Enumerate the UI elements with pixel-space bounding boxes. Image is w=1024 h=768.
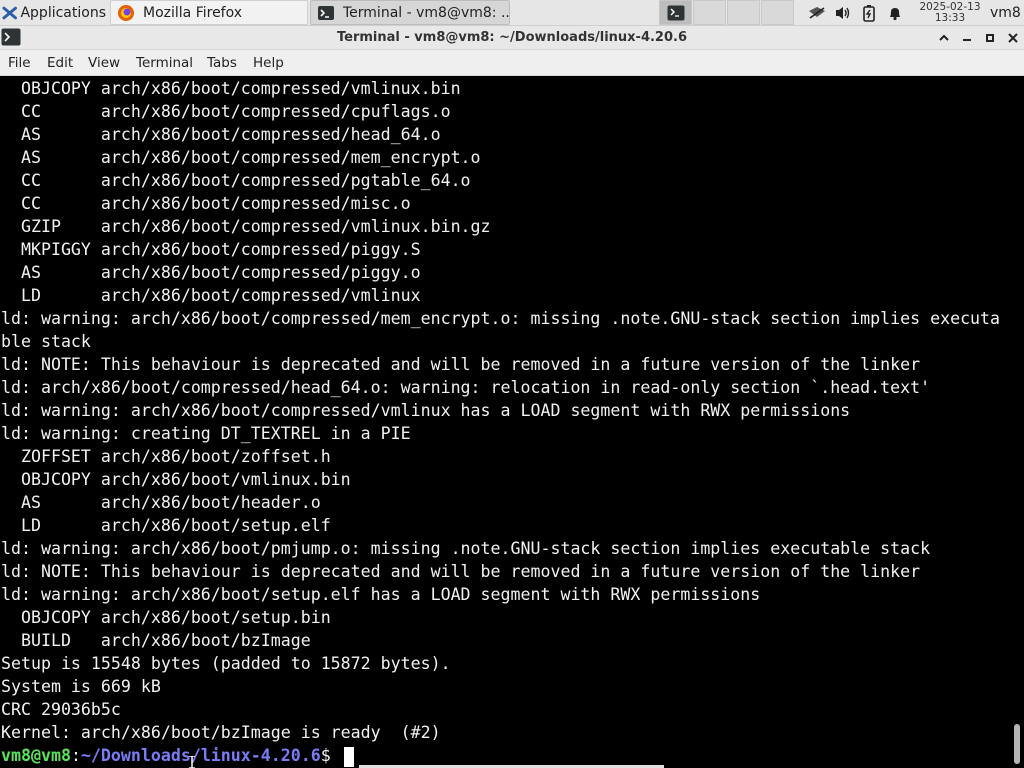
terminal-line: CC arch/x86/boot/compressed/misc.o [1,194,411,213]
clock-date: 2025-02-13 [919,0,981,13]
chevron-up-icon [939,34,949,41]
menu-edit[interactable]: Edit [47,55,73,71]
terminal-line: CRC 29036b5c [1,700,121,719]
prompt-user: vm8@vm8 [1,746,71,765]
terminal-line: Setup is 15548 bytes (padded to 15872 by… [1,654,451,673]
applications-label: Applications [20,4,106,21]
terminal-line: AS arch/x86/boot/compressed/piggy.o [1,263,421,282]
terminal-line: System is 669 kB [1,677,161,696]
menu-tabs[interactable]: Tabs [207,55,237,71]
battery-tray-button[interactable] [858,0,880,25]
top-panel: Applications Mozilla Firefox Terminal - … [0,0,1024,26]
terminal-line: OBJCOPY arch/x86/boot/setup.bin [1,608,331,627]
minimize-icon [963,39,971,41]
clock-time: 13:33 [934,11,966,24]
minimize-button[interactable] [959,30,975,46]
terminal-line: ld: warning: arch/x86/boot/compressed/vm… [1,401,851,420]
menu-file[interactable]: File [8,55,31,71]
terminal-scrollbar[interactable] [1010,76,1024,768]
terminal-line: ZOFFSET arch/x86/boot/zoffset.h [1,447,331,466]
taskbar-terminal-label: Terminal - vm8@vm8: ... [343,4,510,21]
prompt-path: ~/Downloads/linux-4.20.6 [80,746,321,765]
workspace-2-button[interactable] [693,0,726,25]
terminal-line: ld: NOTE: This behaviour is deprecated a… [1,355,921,374]
terminal-line: ld: warning: creating DT_TEXTREL in a PI… [1,424,411,443]
terminal-line: ld: NOTE: This behaviour is deprecated a… [1,562,921,581]
mouse-pointer-icon [189,756,195,768]
terminal-line: GZIP arch/x86/boot/compressed/vmlinux.bi… [1,217,491,236]
terminal-icon [667,5,684,20]
volume-icon [836,6,850,19]
user-name: vm8 [990,4,1021,21]
prompt-symbol: $ [320,746,331,765]
maximize-icon [986,34,994,42]
terminal-line: ld: arch/x86/boot/compressed/head_64.o: … [1,378,931,397]
network-icon [809,6,825,19]
terminal-line: AS arch/x86/boot/compressed/mem_encrypt.… [1,148,481,167]
maximize-button[interactable] [982,30,998,46]
terminal-line: OBJCOPY arch/x86/boot/compressed/vmlinux… [1,79,461,98]
notifications-tray-button[interactable] [884,0,906,25]
volume-tray-button[interactable] [832,0,854,25]
firefox-icon [118,4,134,21]
xfce-logo-icon [2,6,17,19]
scrollbar-thumb[interactable] [1014,724,1020,764]
terminal-line: MKPIGGY arch/x86/boot/compressed/piggy.S [1,240,421,259]
network-tray-button[interactable] [806,0,828,25]
roll-up-button[interactable] [936,30,952,46]
taskbar-firefox-label: Mozilla Firefox [143,4,243,21]
terminal-line: AS arch/x86/boot/header.o [1,493,321,512]
menubar: File Edit View Terminal Tabs Help [0,50,1024,76]
clock[interactable]: 2025-02-13 13:33 [914,0,986,25]
workspace-3-button[interactable] [727,0,760,25]
window-titlebar[interactable]: Terminal - vm8@vm8: ~/Downloads/linux-4.… [0,26,1024,50]
terminal-line: Kernel: arch/x86/boot/bzImage is ready (… [1,723,441,742]
prompt-separator: : [70,746,81,765]
terminal-line: ld: warning: arch/x86/boot/pmjump.o: mis… [1,539,931,558]
bell-icon [890,7,900,20]
terminal-line: ld: warning: arch/x86/boot/compressed/me… [1,309,1001,328]
terminal-line: ble stack [1,332,91,351]
applications-menu-button[interactable]: Applications [0,0,106,25]
terminal-output[interactable]: OBJCOPY arch/x86/boot/compressed/vmlinux… [0,76,1010,768]
terminal-icon [318,5,334,20]
prompt-line[interactable]: vm8@vm8:~/Downloads/linux-4.20.6$ [1,744,354,767]
battery-icon [863,4,875,22]
menu-view[interactable]: View [88,55,120,71]
taskbar-firefox-button[interactable]: Mozilla Firefox [110,0,308,25]
text-cursor [343,746,354,767]
terminal-line: OBJCOPY arch/x86/boot/vmlinux.bin [1,470,351,489]
terminal-line: BUILD arch/x86/boot/bzImage [1,631,311,650]
terminal-line: LD arch/x86/boot/setup.elf [1,516,331,535]
close-button[interactable] [1005,30,1021,46]
window-title: Terminal - vm8@vm8: ~/Downloads/linux-4.… [337,30,687,45]
terminal-line: AS arch/x86/boot/compressed/head_64.o [1,125,441,144]
workspace-4-button[interactable] [761,0,794,25]
taskbar-terminal-button[interactable]: Terminal - vm8@vm8: ... [310,0,510,25]
user-menu-button[interactable]: vm8 [990,0,1024,25]
terminal-line: CC arch/x86/boot/compressed/cpuflags.o [1,102,451,121]
workspace-1-button[interactable] [659,0,692,25]
terminal-line: CC arch/x86/boot/compressed/pgtable_64.o [1,171,471,190]
terminal-line: LD arch/x86/boot/compressed/vmlinux [1,286,421,305]
terminal-line: ld: warning: arch/x86/boot/setup.elf has… [1,585,761,604]
close-icon [1008,33,1018,43]
menu-help[interactable]: Help [253,55,284,71]
menu-terminal[interactable]: Terminal [136,55,193,71]
